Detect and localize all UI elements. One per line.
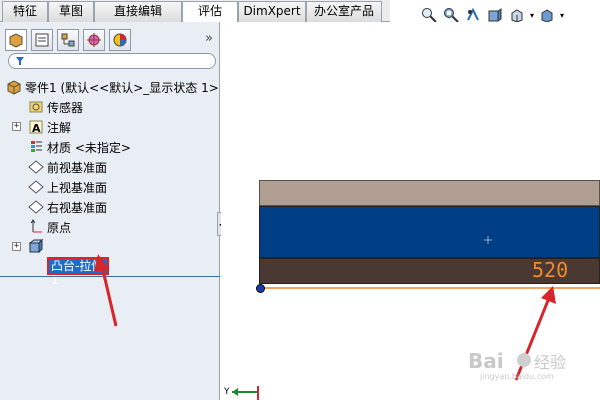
collapse-panel-button[interactable]: » — [205, 31, 213, 46]
dimxpert-manager-icon[interactable] — [83, 29, 105, 51]
watermark-brand: Bai — [468, 349, 504, 373]
coordinate-triad: Y — [223, 386, 259, 400]
feature-manager-panel: » 零件1 (默认<<默认>_显示状态 1> 传感器 + A 注解 材质 <未指… — [0, 22, 220, 400]
expand-toggle[interactable]: + — [12, 122, 21, 131]
baidu-watermark: Bai 经验 jingyan.baidu.com — [468, 349, 566, 381]
tree-item-right-plane[interactable]: 右视基准面 — [28, 198, 107, 216]
tree-item-front-plane[interactable]: 前视基准面 — [28, 158, 107, 176]
dimension-value[interactable]: 520 — [532, 258, 568, 282]
tree-root-part[interactable]: 零件1 (默认<<默认>_显示状态 1> — [6, 78, 219, 96]
tab-dimxpert[interactable]: DimXpert — [238, 1, 306, 22]
tab-sketch[interactable]: 草图 — [48, 1, 94, 22]
property-manager-icon[interactable] — [31, 29, 53, 51]
tab-office-products[interactable]: 办公室产品 — [306, 1, 382, 22]
display-manager-icon[interactable] — [109, 29, 131, 51]
tree-item-label: 材质 <未指定> — [47, 140, 131, 155]
tab-features[interactable]: 特征 — [2, 1, 48, 22]
tree-filter-input[interactable] — [8, 53, 216, 69]
watermark-brand2: 经验 — [534, 353, 566, 372]
tab-direct-editing[interactable]: 直接编辑 — [94, 1, 182, 22]
command-manager-tabbar: 特征 草图 直接编辑 评估 DimXpert 办公室产品 — [0, 0, 390, 23]
configuration-manager-icon[interactable] — [57, 29, 79, 51]
tree-item-annotations[interactable]: A 注解 — [28, 118, 71, 136]
plane-icon — [28, 179, 44, 195]
chevron-down-icon[interactable]: ▾ — [530, 11, 534, 20]
tab-evaluate[interactable]: 评估 — [182, 1, 238, 23]
watermark-url: jingyan.baidu.com — [479, 372, 554, 381]
model-top-face[interactable] — [259, 180, 600, 206]
tree-item-boss-extrude[interactable]: 凸台-拉伸1 — [47, 257, 109, 287]
sensor-icon — [28, 99, 44, 115]
feature-tree: 零件1 (默认<<默认>_显示状态 1> 传感器 + A 注解 材质 <未指定> — [0, 74, 220, 254]
tree-item-label: 传感器 — [47, 100, 84, 115]
tree-item-material[interactable]: 材质 <未指定> — [28, 138, 131, 156]
tree-item-label: 右视基准面 — [47, 200, 108, 215]
tree-item-label: 前视基准面 — [47, 160, 108, 175]
tree-root-label: 零件1 (默认<<默认>_显示状态 1> — [25, 80, 219, 95]
filter-icon — [16, 57, 24, 65]
model-front-face[interactable] — [259, 206, 600, 258]
tree-divider — [0, 276, 220, 277]
axis-label: Y — [223, 387, 230, 397]
model-origin-marker — [484, 236, 492, 244]
dimension-line — [262, 287, 600, 289]
tree-item-sensors[interactable]: 传感器 — [28, 98, 83, 116]
extrude-icon — [28, 238, 44, 254]
tree-item-origin[interactable]: 原点 — [28, 218, 71, 236]
material-icon — [28, 139, 44, 155]
plane-icon — [28, 159, 44, 175]
manager-tabs: » — [5, 29, 217, 51]
expand-toggle[interactable]: + — [12, 242, 21, 251]
part-icon — [6, 79, 22, 95]
feature-manager-icon[interactable] — [5, 29, 27, 51]
plane-icon — [28, 199, 44, 215]
tree-item-label: 注解 — [47, 120, 72, 135]
annotation-icon: A — [28, 119, 44, 135]
tree-item-label: 原点 — [47, 220, 72, 235]
chevron-down-icon[interactable]: ▾ — [560, 11, 564, 20]
svg-text:A: A — [32, 122, 41, 135]
tree-item-top-plane[interactable]: 上视基准面 — [28, 178, 107, 196]
tree-item-label: 上视基准面 — [47, 180, 108, 195]
dimension-endpoint[interactable] — [256, 284, 265, 293]
origin-icon — [28, 219, 44, 235]
